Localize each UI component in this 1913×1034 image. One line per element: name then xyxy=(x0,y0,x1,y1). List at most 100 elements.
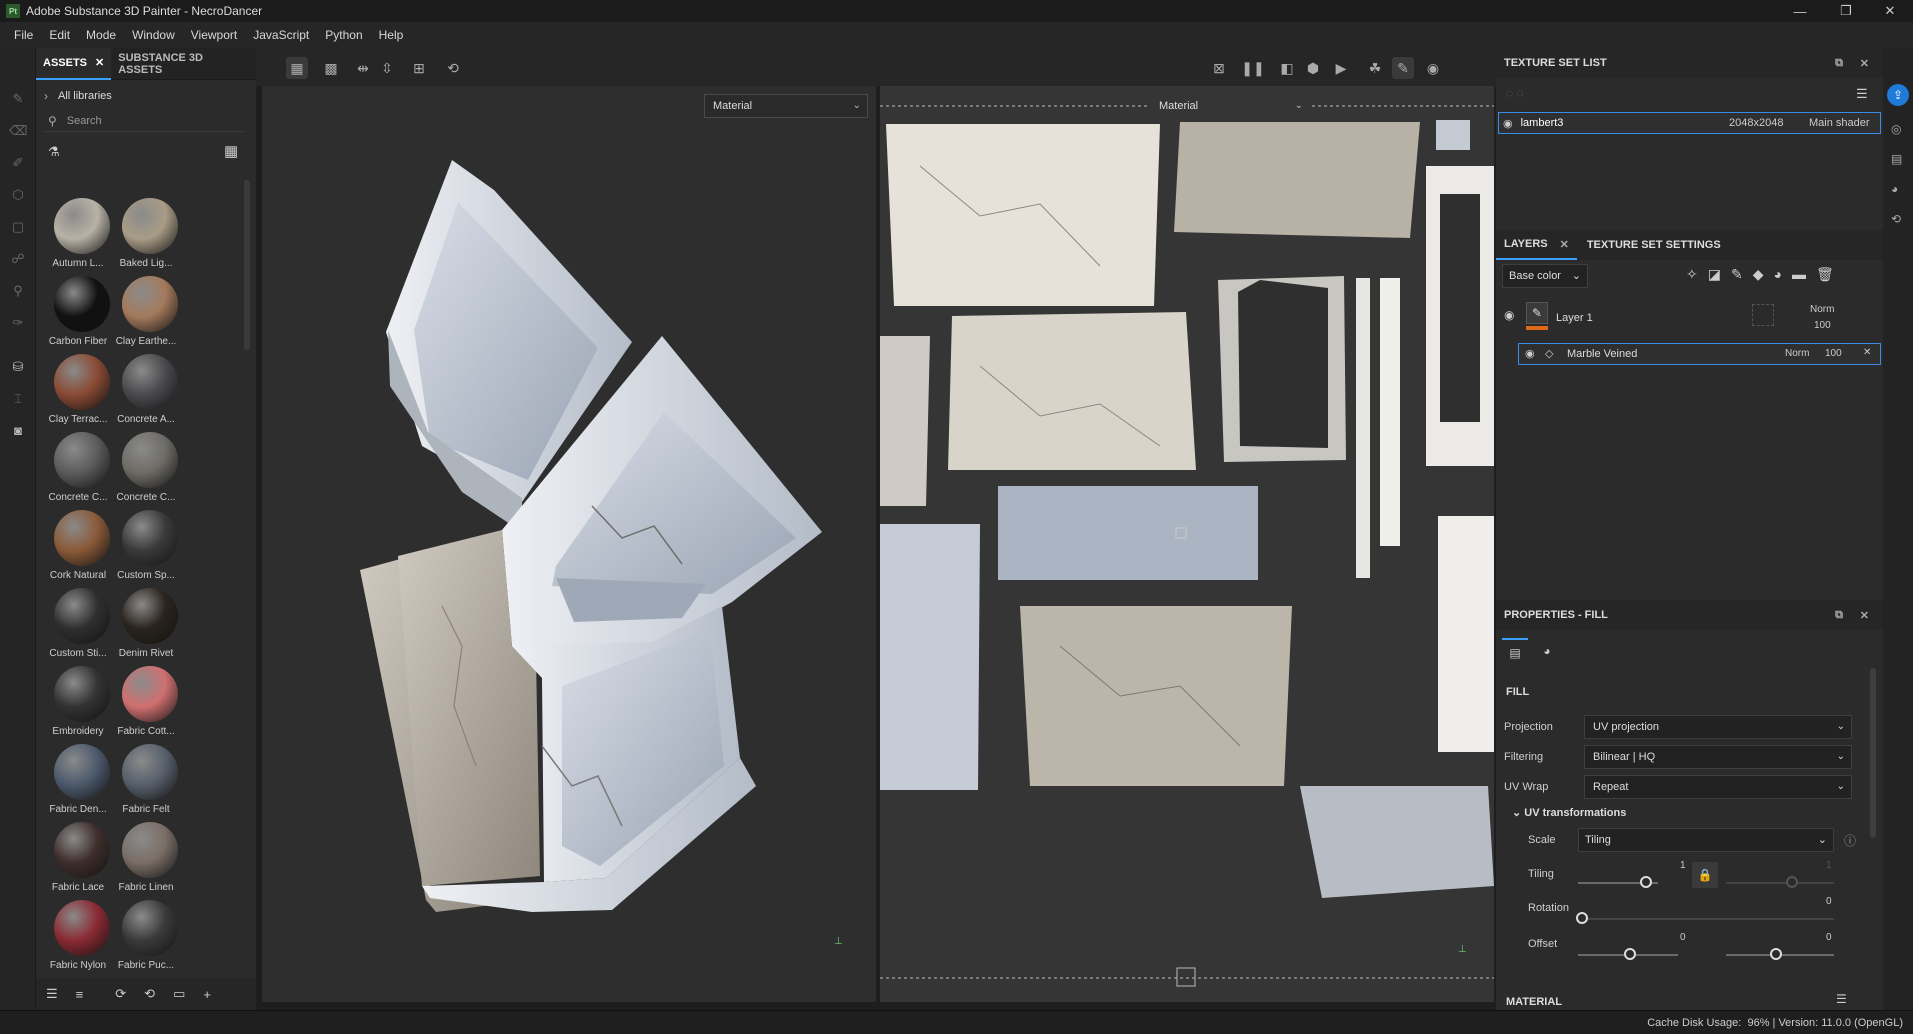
search-input[interactable]: Search xyxy=(67,115,102,127)
symmetry-icon[interactable]: ⇹ xyxy=(352,57,374,79)
menu-icon[interactable]: ☰ xyxy=(1836,992,1847,1006)
asset-thumbnail[interactable]: Concrete C... xyxy=(112,430,180,508)
channel-dropdown[interactable]: Base color ⌄ xyxy=(1502,264,1588,288)
assets-scrollbar[interactable] xyxy=(244,180,250,350)
paint-brush-icon[interactable]: ✎ xyxy=(9,90,27,108)
asset-thumbnail[interactable]: Autumn L... xyxy=(44,196,112,274)
asset-thumbnail[interactable]: Denim Rivet xyxy=(112,586,180,664)
history-icon[interactable]: ⟲ xyxy=(144,986,155,1002)
close-icon[interactable]: ✕ xyxy=(1860,609,1869,622)
layer-opacity[interactable]: 100 xyxy=(1814,320,1831,331)
smudge-icon[interactable]: ☍ xyxy=(9,250,27,268)
mask-slot[interactable] xyxy=(1752,304,1774,326)
selection-mode-icon[interactable]: ▦ xyxy=(286,57,308,79)
menu-icon[interactable]: ☰ xyxy=(1856,86,1868,102)
list-view-icon[interactable]: ☰ xyxy=(46,986,58,1002)
properties-scrollbar[interactable] xyxy=(1870,668,1876,838)
add-icon[interactable]: + xyxy=(203,987,211,1002)
bake-icon[interactable]: ⛁ xyxy=(9,358,27,376)
history-icon[interactable]: ⟲ xyxy=(1891,212,1901,226)
close-icon[interactable]: ✕ xyxy=(95,56,104,69)
tab-texture-set-settings[interactable]: TEXTURE SET SETTINGS xyxy=(1577,239,1731,251)
asset-thumbnail[interactable]: Fabric Lace xyxy=(44,820,112,898)
search-field[interactable]: ⚲ Search xyxy=(44,110,244,132)
eye-icon[interactable]: ◉ xyxy=(1503,117,1513,130)
asset-thumbnail[interactable]: Fabric Cott... xyxy=(112,664,180,742)
effects-icon[interactable]: ✧ xyxy=(1686,266,1698,283)
texture-set-row[interactable]: ◉ lambert3 2048x2048 Main shader xyxy=(1498,112,1881,134)
share-icon[interactable]: ⇪ xyxy=(1887,84,1909,106)
fill-blend[interactable]: Norm xyxy=(1785,348,1809,359)
asset-thumbnail[interactable]: Clay Earthe... xyxy=(112,274,180,352)
layer-row[interactable]: ◉ ✎ Layer 1 Norm 100 xyxy=(1496,298,1883,338)
asset-thumbnail[interactable]: Custom Sti... xyxy=(44,586,112,664)
menu-viewport[interactable]: Viewport xyxy=(183,28,245,42)
2d-uv-viewport[interactable]: Material ⌄ ⊥ xyxy=(880,86,1494,1002)
offset-u-knob[interactable] xyxy=(1624,948,1636,960)
paint-mode-icon[interactable]: ✎ xyxy=(1392,57,1414,79)
3d-viewport[interactable]: Material ⌄ ⊥ xyxy=(262,86,876,1002)
library-selector[interactable]: › All libraries xyxy=(44,86,244,106)
close-window-button[interactable]: ✕ xyxy=(1867,0,1913,22)
viewport-3d-mode-dropdown[interactable]: Material ⌄ xyxy=(704,94,868,118)
minimize-button[interactable]: — xyxy=(1777,0,1823,22)
texture-set-shader[interactable]: Main shader xyxy=(1809,117,1870,129)
camera-bookmark-icon[interactable]: ◙ xyxy=(9,422,27,440)
grid-view-icon[interactable]: ▦ xyxy=(224,142,238,160)
projection-dropdown[interactable]: UV projection ⌄ xyxy=(1584,715,1852,739)
asset-thumbnail[interactable]: Fabric Nylon xyxy=(44,898,112,976)
tab-substance-assets[interactable]: SUBSTANCE 3D ASSETS xyxy=(111,48,256,80)
eye-icon[interactable]: ◉ xyxy=(1504,308,1514,322)
uvwrap-dropdown[interactable]: Repeat ⌄ xyxy=(1584,775,1852,799)
cube-icon[interactable]: ⬢ xyxy=(1302,57,1324,79)
tiling-v-track[interactable] xyxy=(1726,882,1834,884)
menu-window[interactable]: Window xyxy=(124,28,183,42)
fill-settings-icon[interactable]: ▤ xyxy=(1502,638,1528,664)
maximize-button[interactable]: ❐ xyxy=(1823,0,1869,22)
clone-icon[interactable]: ⚲ xyxy=(9,282,27,300)
asset-thumbnail[interactable]: Baked Lig... xyxy=(112,196,180,274)
split-view-icon[interactable]: ◧ xyxy=(1276,57,1298,79)
folder-icon[interactable]: ▭ xyxy=(173,986,185,1002)
fill-opacity[interactable]: 100 xyxy=(1825,348,1842,359)
tiling-v-knob[interactable] xyxy=(1786,876,1798,888)
smart-material-icon[interactable]: ◕ xyxy=(1773,266,1781,283)
grid-mode-icon[interactable]: ▩ xyxy=(320,57,342,79)
folder-icon[interactable]: ▬ xyxy=(1792,266,1806,283)
fill-layer-icon[interactable]: ◆ xyxy=(1753,266,1764,283)
menu-edit[interactable]: Edit xyxy=(41,28,78,42)
tab-assets[interactable]: ASSETS ✕ xyxy=(36,47,112,80)
color-picker-icon[interactable]: ✑ xyxy=(9,314,27,332)
refresh-icon[interactable]: ⟳ xyxy=(115,986,126,1002)
asset-thumbnail[interactable]: Fabric Den... xyxy=(44,742,112,820)
asset-thumbnail[interactable]: Embroidery xyxy=(44,664,112,742)
sort-icon[interactable]: ≡ xyxy=(76,987,84,1002)
asset-thumbnail[interactable]: Fabric Felt xyxy=(112,742,180,820)
visibility-icon[interactable]: ◌ ◌ xyxy=(1506,86,1524,100)
asset-thumbnail[interactable]: Fabric Linen xyxy=(112,820,180,898)
menu-javascript[interactable]: JavaScript xyxy=(245,28,317,42)
undock-icon[interactable]: ⧉ xyxy=(1835,57,1843,70)
filter-icon[interactable]: ⚗ xyxy=(48,144,60,160)
asset-thumbnail[interactable]: Fabric Puc... xyxy=(112,898,180,976)
geometry-mask-icon[interactable]: ⬡ xyxy=(9,186,27,204)
close-icon[interactable]: ✕ xyxy=(1860,57,1869,70)
rotation-track[interactable] xyxy=(1578,918,1834,920)
asset-thumbnail[interactable]: Clay Terrac... xyxy=(44,352,112,430)
paint-layer-icon[interactable]: ✎ xyxy=(1731,266,1743,283)
reset-view-icon[interactable]: ⟲ xyxy=(442,57,464,79)
pause-icon[interactable]: ❚❚ xyxy=(1241,57,1264,79)
asset-thumbnail[interactable]: Concrete A... xyxy=(112,352,180,430)
menu-python[interactable]: Python xyxy=(317,28,370,42)
undock-icon[interactable]: ⧉ xyxy=(1835,609,1843,622)
tab-layers[interactable]: LAYERS ✕ xyxy=(1496,230,1577,260)
asset-thumbnail[interactable]: Cork Natural xyxy=(44,508,112,586)
eraser-icon[interactable]: ⌫ xyxy=(9,122,27,140)
menu-mode[interactable]: Mode xyxy=(78,28,124,42)
delete-icon[interactable]: 🗑 xyxy=(1816,266,1834,283)
tiling-slider-knob[interactable] xyxy=(1640,876,1652,888)
eye-icon[interactable]: ◉ xyxy=(1525,347,1535,360)
camera-icon[interactable]: ▶ xyxy=(1330,57,1352,79)
rotation-knob[interactable] xyxy=(1576,912,1588,924)
asset-thumbnail[interactable]: Custom Sp... xyxy=(112,508,180,586)
